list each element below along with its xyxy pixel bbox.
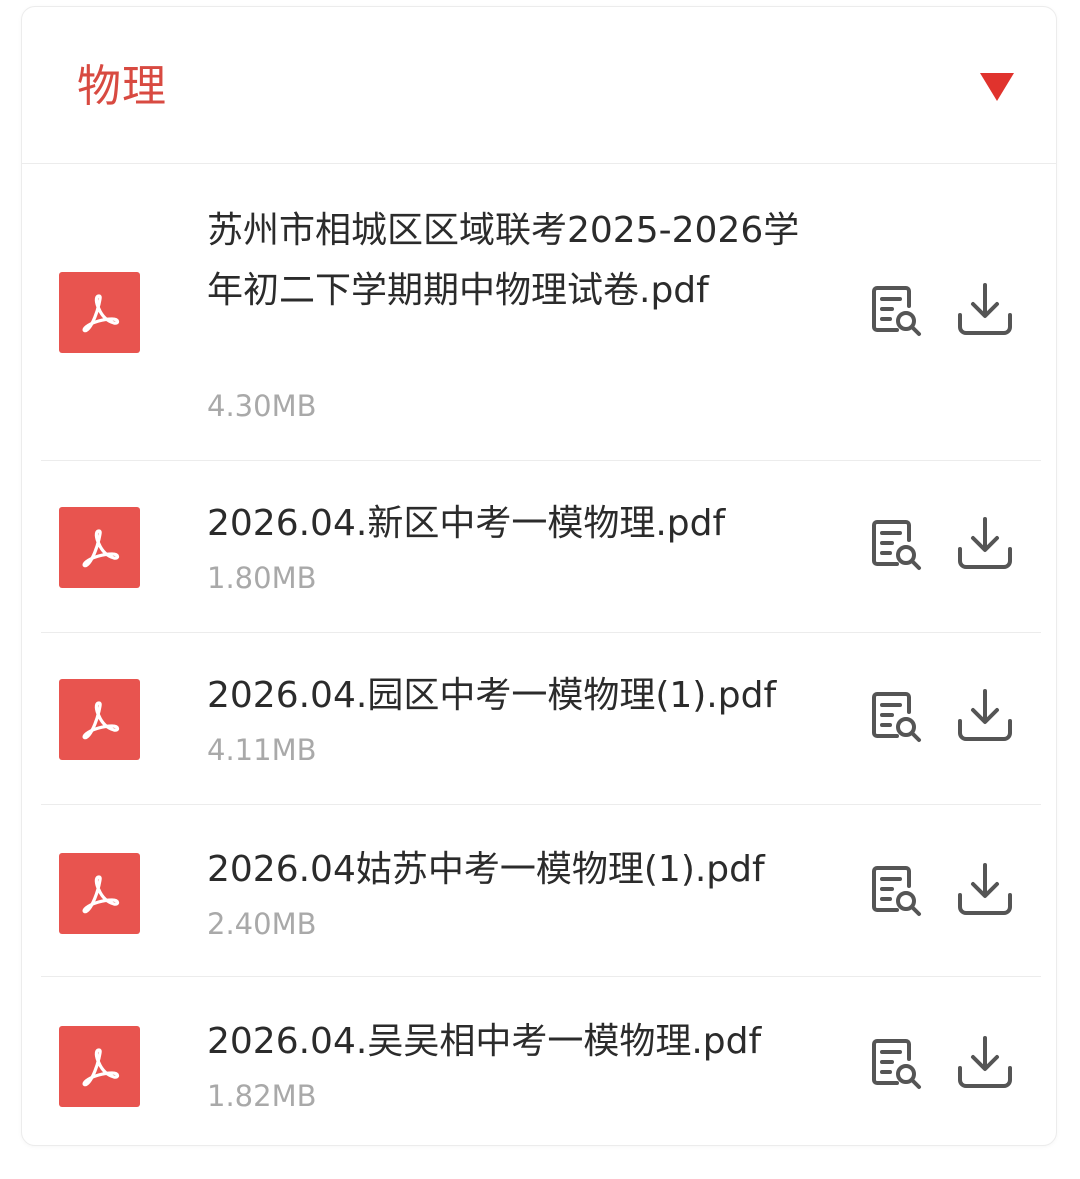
file-name[interactable]: 2026.04.园区中考一模物理(1).pdf [207,666,827,726]
preview-document-icon[interactable] [866,514,926,574]
pdf-file-icon [59,507,140,588]
pdf-file-icon [59,853,140,934]
preview-document-icon[interactable] [866,1033,926,1093]
section-header[interactable]: 物理 [22,7,1056,164]
triangle-down-icon[interactable] [980,73,1014,101]
file-row: 苏州市相城区区域联考2025-2026学年初二下学期期中物理试卷.pdf 4.3… [41,164,1041,461]
file-size: 4.11MB [207,733,317,767]
file-panel: 物理 苏州市相城区区域联考2025-2026学年初二下学期期中物理试卷.pdf … [21,6,1057,1146]
pdf-file-icon [59,679,140,760]
download-icon[interactable] [954,279,1016,341]
file-name[interactable]: 苏州市相城区区域联考2025-2026学年初二下学期期中物理试卷.pdf [207,201,827,321]
file-row: 2026.04.吴吴相中考一模物理.pdf 1.82MB [41,977,1041,1147]
file-size: 1.80MB [207,561,317,595]
file-name[interactable]: 2026.04.吴吴相中考一模物理.pdf [207,1012,827,1072]
file-row: 2026.04姑苏中考一模物理(1).pdf 2.40MB [41,805,1041,977]
file-size: 2.40MB [207,907,317,941]
file-size: 1.82MB [207,1079,317,1113]
file-size: 4.30MB [207,389,317,423]
section-title: 物理 [77,61,167,112]
file-name[interactable]: 2026.04姑苏中考一模物理(1).pdf [207,840,827,900]
download-icon[interactable] [954,685,1016,747]
pdf-file-icon [59,1026,140,1107]
download-icon[interactable] [954,513,1016,575]
file-row: 2026.04.园区中考一模物理(1).pdf 4.11MB [41,633,1041,805]
preview-document-icon[interactable] [866,280,926,340]
preview-document-icon[interactable] [866,686,926,746]
preview-document-icon[interactable] [866,860,926,920]
pdf-file-icon [59,272,140,353]
file-row: 2026.04.新区中考一模物理.pdf 1.80MB [41,461,1041,633]
download-icon[interactable] [954,1032,1016,1094]
file-name[interactable]: 2026.04.新区中考一模物理.pdf [207,494,827,554]
download-icon[interactable] [954,859,1016,921]
